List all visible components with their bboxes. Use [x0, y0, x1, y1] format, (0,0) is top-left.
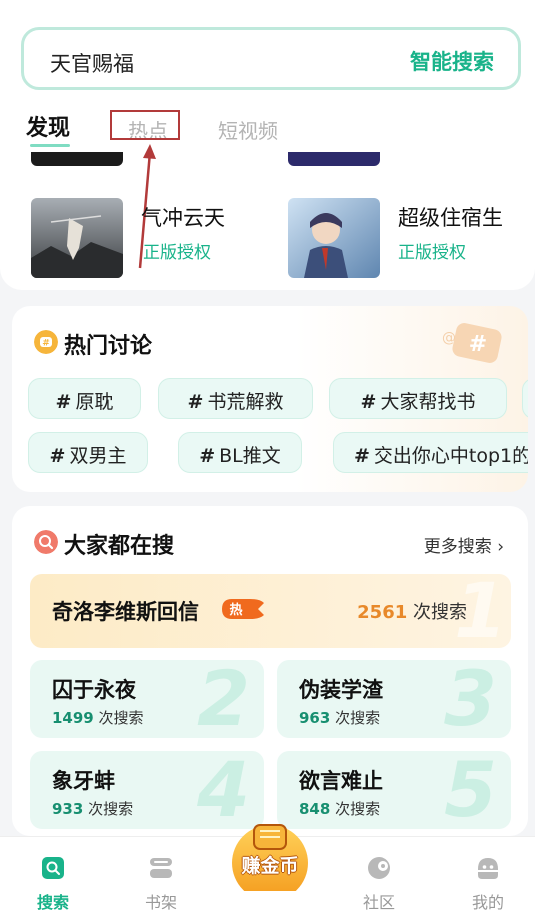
topic-icon: # — [34, 330, 58, 354]
search-count: 848 次搜索 — [299, 800, 381, 818]
topic-pill[interactable] — [522, 378, 528, 419]
search-badge-icon — [34, 530, 58, 554]
topic-pill[interactable]: # 大家帮找书 — [329, 378, 507, 419]
book-cover-partial[interactable] — [31, 152, 123, 166]
search-item-title: 奇洛李维斯回信 — [52, 600, 199, 624]
book-cover[interactable] — [288, 198, 380, 278]
community-icon — [368, 857, 390, 879]
rank-number: 4 — [197, 751, 250, 829]
svg-text:@: @ — [442, 330, 456, 346]
book-title[interactable]: 气冲云天 — [141, 202, 225, 232]
topic-pill[interactable]: # 书荒解救 — [158, 378, 313, 419]
hot-discussion-card: # 热门讨论 # @ # 原耽 # 书荒解救 # 大家帮找书 # 双男主 # BL推文 #… — [12, 306, 528, 492]
top-panel: 天官赐福 智能搜索 发现 热点 短视频 气冲云天 正版授权 超级住宿生 正版授权 — [0, 0, 535, 290]
search-icon — [42, 857, 64, 879]
search-item[interactable]: 3 伪装学渣 963 次搜索 — [277, 660, 511, 738]
search-count: 1499 次搜索 — [52, 709, 144, 727]
search-count: 933 次搜索 — [52, 800, 134, 818]
search-count: 963 次搜索 — [299, 709, 381, 727]
nav-profile[interactable]: 我的 — [443, 837, 533, 914]
chevron-right-icon: › — [497, 537, 504, 557]
hot-badge-icon: 热 — [222, 599, 264, 619]
search-item-title: 欲言难止 — [299, 769, 383, 793]
smart-search-button[interactable]: 智能搜索 — [410, 46, 494, 76]
search-item-title: 囚于永夜 — [52, 678, 136, 702]
search-item[interactable]: 4 象牙蚌 933 次搜索 — [30, 751, 264, 829]
search-item-title: 伪装学渣 — [299, 678, 383, 702]
svg-text:#: # — [42, 339, 50, 349]
earn-coins-button[interactable]: 赚金币 — [224, 821, 316, 901]
topic-pill[interactable]: # 双男主 — [28, 432, 148, 473]
nav-search[interactable]: 搜索 — [8, 837, 98, 914]
annotation-box — [110, 110, 180, 140]
topic-pill[interactable]: # 原耽 — [28, 378, 141, 419]
search-count: 2561 次搜索 — [357, 602, 467, 623]
search-item-title: 象牙蚌 — [52, 769, 115, 793]
topic-pill[interactable]: # BL推文 — [178, 432, 302, 473]
book-cover-partial[interactable] — [288, 152, 380, 166]
search-item[interactable]: 2 囚于永夜 1499 次搜索 — [30, 660, 264, 738]
svg-text:热: 热 — [229, 602, 242, 618]
search-item[interactable]: 5 欲言难止 848 次搜索 — [277, 751, 511, 829]
nav-community[interactable]: 社区 — [334, 837, 424, 914]
hashtag-decoration-icon: # @ — [442, 323, 502, 363]
hot-discussion-title: 热门讨论 — [64, 334, 153, 359]
topic-pill[interactable]: # 交出你心中top1的 — [333, 432, 528, 473]
bookshelf-icon — [150, 858, 172, 878]
active-tab-indicator — [30, 144, 70, 147]
tab-bar: 发现 热点 短视频 — [0, 110, 535, 147]
popular-search-title: 大家都在搜 — [64, 534, 175, 559]
tab-short-video[interactable]: 短视频 — [218, 115, 278, 144]
svg-text:#: # — [469, 332, 487, 357]
book-cover[interactable] — [31, 198, 123, 278]
rank-number: 2 — [197, 660, 250, 738]
rank-number: 3 — [444, 660, 497, 738]
nav-bookshelf[interactable]: 书架 — [116, 837, 206, 914]
more-search-link[interactable]: 更多搜索 › — [424, 532, 504, 557]
tab-discover[interactable]: 发现 — [26, 110, 70, 142]
book-title[interactable]: 超级住宿生 — [398, 202, 503, 232]
popular-search-card: 大家都在搜 更多搜索 › 1 奇洛李维斯回信 热 2561 次搜索 2 囚于永夜… — [12, 506, 528, 836]
book-license-tag: 正版授权 — [143, 243, 211, 263]
search-box[interactable]: 天官赐福 智能搜索 — [21, 27, 521, 90]
book-license-tag: 正版授权 — [398, 243, 466, 263]
profile-icon — [478, 858, 498, 879]
rank-number: 5 — [444, 751, 497, 829]
search-input[interactable]: 天官赐福 — [50, 48, 134, 78]
top-search-item[interactable]: 1 奇洛李维斯回信 热 2561 次搜索 — [30, 574, 511, 648]
